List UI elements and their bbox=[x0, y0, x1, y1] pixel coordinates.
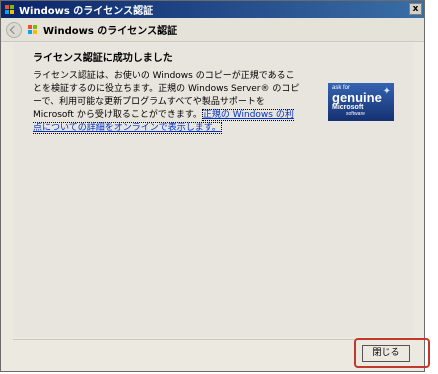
sparkle-icon: ✦ bbox=[382, 86, 391, 97]
highlight-box bbox=[354, 338, 430, 368]
content-panel: ライセンス認証に成功しました ライセンス認証は、お使いの Windows のコピ… bbox=[13, 43, 413, 337]
title-bar: Windows のライセンス認証 x bbox=[1, 1, 424, 18]
logo-line-4: software bbox=[346, 111, 365, 117]
back-arrow-icon[interactable] bbox=[6, 21, 22, 38]
genuine-microsoft-logo: ✦ ask for genuine Microsoft software bbox=[328, 83, 394, 121]
window-title: Windows のライセンス認証 bbox=[19, 6, 154, 17]
logo-line-2: genuine bbox=[332, 90, 382, 105]
windows-flag-icon bbox=[27, 24, 39, 36]
description-text: ライセンス認証は、お使いの Windows のコピーが正規であることを検証するの… bbox=[33, 70, 301, 135]
windows-flag-icon bbox=[4, 4, 16, 16]
navigation-bar: Windows のライセンス認証 bbox=[1, 18, 424, 42]
footer-divider bbox=[13, 339, 413, 340]
success-heading: ライセンス認証に成功しました bbox=[33, 53, 173, 64]
window-close-button[interactable]: x bbox=[409, 3, 422, 15]
nav-title: Windows のライセンス認証 bbox=[43, 26, 178, 37]
license-dialog-window: Windows のライセンス認証 x Windows のライセンス認証 ライセン… bbox=[0, 0, 425, 372]
logo-line-3: Microsoft bbox=[332, 104, 364, 111]
